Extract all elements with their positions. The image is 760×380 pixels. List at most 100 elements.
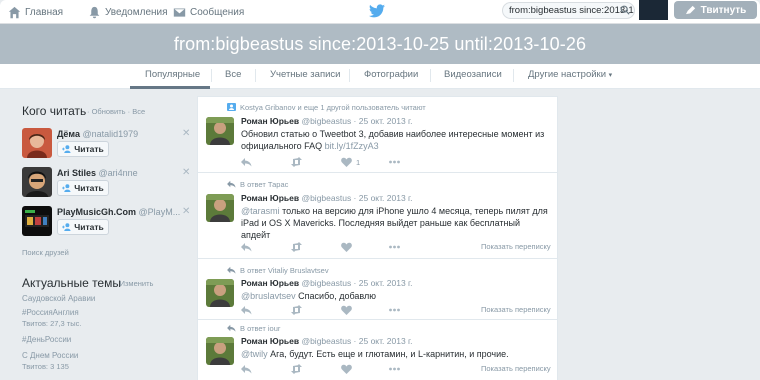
find-friends-link[interactable]: Поиск друзей — [22, 248, 69, 257]
tweet-text: @bruslavtsev Спасибо, добавлю — [241, 290, 551, 302]
tweet-author[interactable]: Роман Юрьев @bigbeastus · 25 окт. 2013 г… — [241, 336, 412, 346]
reply-action[interactable] — [241, 241, 252, 253]
retweet-action[interactable] — [291, 304, 302, 316]
tweet[interactable]: В ответ iour Роман Юрьев @bigbeastus · 2… — [198, 321, 557, 380]
profile-avatar[interactable] — [639, 0, 668, 20]
more-action[interactable] — [389, 241, 400, 253]
more-icon — [389, 245, 400, 249]
tweet-mention[interactable]: @tarasmi — [241, 206, 280, 216]
reply-action[interactable] — [241, 363, 252, 375]
search-input[interactable]: from:bigbeastus since:2013-10-25 — [502, 2, 635, 19]
active-tab-indicator — [130, 86, 210, 89]
tab-divider — [255, 69, 256, 82]
tweet-button[interactable]: Твитнуть — [674, 1, 757, 19]
trend-label: #ДеньРоссии — [22, 335, 72, 344]
trend-item[interactable]: #РоссияАнглия Твитов: 27,3 тыс. — [22, 308, 81, 328]
tweet-actions: Показать переписку — [241, 241, 551, 253]
tweet-link[interactable]: bit.ly/1fZzyA3 — [325, 141, 379, 151]
refresh-all-links[interactable]: · Обновить · Все — [87, 107, 145, 116]
tweet-author[interactable]: Роман Юрьев @bigbeastus · 25 окт. 2013 г… — [241, 116, 412, 126]
add-user-icon — [62, 145, 71, 153]
trends-change-link[interactable]: · Изменить — [115, 279, 153, 288]
tab-all[interactable]: Все — [225, 69, 241, 80]
show-conversation-link[interactable]: Показать переписку — [481, 305, 551, 314]
tweet-author[interactable]: Роман Юрьев @bigbeastus · 25 окт. 2013 г… — [241, 193, 412, 203]
tab-photos[interactable]: Фотографии — [364, 69, 418, 80]
avatar[interactable] — [206, 117, 234, 145]
tweet[interactable]: В ответ Тарас Роман Юрьев @bigbeastus · … — [198, 174, 557, 259]
reply-icon — [241, 158, 252, 167]
tweet-context: Kostya Gribanov и еще 1 другой пользоват… — [240, 103, 426, 112]
nav-notifications[interactable]: Уведомления — [88, 3, 168, 21]
more-action[interactable] — [389, 156, 400, 168]
reply-action[interactable] — [241, 156, 252, 168]
dismiss-icon[interactable]: ✕ — [182, 206, 190, 217]
tweet-timeline: Kostya Gribanov и еще 1 другой пользоват… — [197, 96, 558, 380]
search-icon[interactable] — [620, 5, 630, 15]
retweet-action[interactable] — [291, 363, 302, 375]
tweet-body: только на версию для iPhone ушло 4 месяц… — [241, 206, 548, 240]
avatar[interactable] — [22, 206, 52, 236]
window: Главная Уведомления Сообщения from:bigbe… — [0, 0, 760, 380]
nav-messages[interactable]: Сообщения — [173, 3, 244, 21]
tweet-body: Ага, будут. Есть еще и глютамин, и L-кар… — [267, 349, 509, 359]
reply-icon — [241, 306, 252, 315]
avatar[interactable] — [206, 194, 234, 222]
show-conversation-link[interactable]: Показать переписку — [481, 242, 551, 251]
tab-videos[interactable]: Видеозаписи — [444, 69, 502, 80]
dismiss-icon[interactable]: ✕ — [182, 167, 190, 178]
show-conversation-link[interactable]: Показать переписку — [481, 364, 551, 373]
avatar[interactable] — [22, 128, 52, 158]
suggested-user-name[interactable]: Дёма @natalid1979 — [57, 129, 138, 139]
user-display-name: PlayMusicGh.Com — [57, 207, 137, 217]
suggested-user-name[interactable]: PlayMusicGh.Com @PlayM... — [57, 207, 180, 217]
like-action[interactable]: 1 — [341, 156, 360, 168]
follow-button[interactable]: Читать — [57, 180, 109, 196]
add-user-icon — [62, 184, 71, 192]
more-action[interactable] — [389, 304, 400, 316]
author-name: Роман Юрьев — [241, 278, 300, 288]
tweet-button-label: Твитнуть — [700, 4, 747, 16]
retweet-icon — [291, 364, 302, 374]
tweet-mention[interactable]: @twily — [241, 349, 268, 359]
reply-action[interactable] — [241, 304, 252, 316]
tweet-mention[interactable]: @bruslavtsev — [241, 291, 296, 301]
chevron-down-icon: ▾ — [608, 72, 613, 79]
retweet-action[interactable] — [291, 156, 302, 168]
more-icon — [389, 160, 400, 164]
trend-item[interactable]: С Днем России Твитов: 3 135 — [22, 351, 78, 371]
suggested-user-name[interactable]: Ari Stiles @ari4nne — [57, 168, 138, 178]
avatar[interactable] — [22, 167, 52, 197]
avatar[interactable] — [206, 337, 234, 365]
tab-top[interactable]: Популярные — [145, 69, 200, 80]
tab-more-settings[interactable]: Другие настройки ▾ — [528, 69, 612, 80]
more-action[interactable] — [389, 363, 400, 375]
tweet[interactable]: В ответ Vitaliy Bruslavtsev Роман Юрьев … — [198, 260, 557, 320]
author-name: Роман Юрьев — [241, 193, 300, 203]
tweet[interactable]: Kostya Gribanov и еще 1 другой пользоват… — [198, 97, 557, 173]
nav-messages-label: Сообщения — [190, 6, 245, 18]
trend-item[interactable]: #ДеньРоссии — [22, 335, 71, 344]
follow-button[interactable]: Читать — [57, 141, 109, 157]
author-handle-date: @bigbeastus · 25 окт. 2013 г. — [301, 336, 413, 346]
avatar[interactable] — [206, 279, 234, 307]
top-nav: Главная Уведомления Сообщения from:bigbe… — [0, 0, 760, 24]
dismiss-icon[interactable]: ✕ — [182, 128, 190, 139]
nav-home[interactable]: Главная — [8, 3, 63, 21]
tab-divider — [513, 69, 514, 82]
tweet-author[interactable]: Роман Юрьев @bigbeastus · 25 окт. 2013 г… — [241, 278, 412, 288]
like-action[interactable] — [341, 241, 352, 253]
tab-accounts[interactable]: Учетные записи — [270, 69, 340, 80]
trend-item[interactable]: Саудовской Аравии — [22, 294, 95, 303]
follow-button[interactable]: Читать — [57, 219, 109, 235]
left-sidebar: Кого читать · Обновить · Все Дёма @natal… — [15, 96, 190, 380]
user-handle: @PlayM... — [138, 207, 181, 217]
twitter-bird-icon[interactable] — [369, 4, 385, 18]
tweet-context: В ответ iour — [240, 324, 281, 333]
retweet-action[interactable] — [291, 241, 302, 253]
search-tabs: Популярные Все Учетные записи Фотографии… — [0, 64, 760, 89]
like-action[interactable] — [341, 363, 352, 375]
user-display-name: Дёма — [57, 129, 80, 139]
reply-context-icon — [227, 266, 236, 274]
like-action[interactable] — [341, 304, 352, 316]
